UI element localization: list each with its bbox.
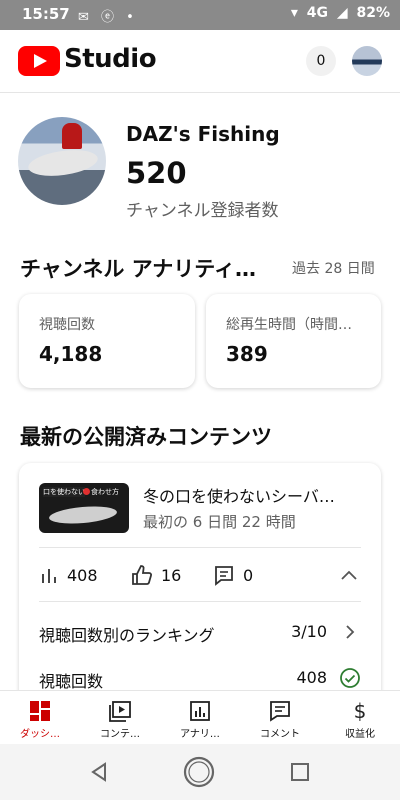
divider bbox=[0, 92, 400, 93]
status-time: 15:57 bbox=[22, 5, 70, 23]
dashboard-icon bbox=[30, 701, 50, 721]
nav-analytics[interactable]: アナリ… bbox=[160, 691, 240, 745]
video-title[interactable]: 冬の口を使わないシーバ… bbox=[143, 483, 365, 507]
analytics-period: 過去 28 日間 bbox=[292, 261, 375, 277]
signal-icon: ◢ bbox=[336, 5, 348, 21]
network-type: 4G bbox=[306, 5, 328, 21]
thumbs-up-icon bbox=[132, 565, 153, 585]
subscriber-count: 520 bbox=[126, 156, 187, 190]
channel-avatar bbox=[18, 117, 106, 205]
status-right: ▾ 4G ◢ 82% bbox=[287, 5, 390, 21]
row-value: 3/10 bbox=[291, 622, 327, 641]
views-metric-card[interactable]: 視聴回数 4,188 bbox=[19, 294, 195, 388]
row-value: 408 bbox=[296, 668, 327, 687]
chevron-up-icon[interactable] bbox=[337, 565, 361, 585]
subscriber-label: チャンネル登録者数 bbox=[126, 201, 279, 221]
analytics-icon bbox=[190, 701, 210, 721]
battery-level: 82% bbox=[356, 5, 390, 21]
video-likes-stat: 16 bbox=[131, 563, 181, 587]
nav-dashboard[interactable]: ダッシ… bbox=[0, 691, 80, 745]
chevron-right-icon bbox=[346, 625, 355, 639]
svg-text:$: $ bbox=[354, 699, 367, 723]
metric-value: 4,188 bbox=[39, 342, 103, 366]
nav-label: コンテ… bbox=[100, 729, 140, 740]
bottom-navigation: ダッシ… コンテ… アナリ… コメント $ 収益化 bbox=[0, 690, 400, 744]
divider bbox=[39, 547, 361, 548]
notification-button[interactable]: 0 bbox=[306, 46, 336, 76]
stat-value: 16 bbox=[161, 565, 182, 585]
wifi-icon: ▾ bbox=[290, 5, 298, 21]
account-avatar[interactable] bbox=[352, 46, 382, 76]
home-icon[interactable] bbox=[182, 755, 216, 789]
nav-monetization[interactable]: $ 収益化 bbox=[320, 691, 400, 745]
watch-time-metric-card[interactable]: 総再生時間（時間… 389 bbox=[206, 294, 381, 388]
nav-comments[interactable]: コメント bbox=[240, 691, 320, 745]
divider bbox=[39, 601, 361, 602]
app-title: Studio bbox=[64, 44, 157, 74]
video-views-stat: 408 bbox=[39, 563, 98, 587]
latest-content-title: 最新の公開済みコンテンツ bbox=[20, 425, 272, 449]
latest-content-card: 口を使わない 食わせ方 冬の口を使わないシーバ… 最初の 6 日間 22 時間 … bbox=[19, 463, 381, 723]
thumbnail-text: 口を使わない bbox=[43, 487, 85, 497]
ranking-row[interactable]: 視聴回数別のランキング 3/10 bbox=[39, 618, 361, 648]
thumbnail-text: 食わせ方 bbox=[91, 488, 119, 496]
recents-icon[interactable] bbox=[290, 762, 310, 782]
video-period: 最初の 6 日間 22 時間 bbox=[143, 513, 296, 531]
content-icon bbox=[109, 701, 131, 722]
video-thumbnail[interactable]: 口を使わない 食わせ方 bbox=[39, 483, 129, 533]
app-bar: Studio 0 bbox=[0, 30, 400, 92]
metric-label: 視聴回数 bbox=[39, 317, 95, 333]
row-label: 視聴回数 bbox=[39, 672, 104, 691]
nav-label: ダッシ… bbox=[20, 729, 60, 740]
status-bar: 15:57 ✉ ⓔ • ▾ 4G ◢ 82% bbox=[0, 0, 400, 30]
comment-icon bbox=[215, 566, 233, 586]
system-navigation-bar bbox=[0, 744, 400, 800]
video-comments-stat: 0 bbox=[213, 563, 253, 587]
dollar-icon: $ bbox=[354, 699, 367, 723]
comment-icon bbox=[270, 701, 290, 722]
nav-content[interactable]: コンテ… bbox=[80, 691, 160, 745]
nav-label: アナリ… bbox=[180, 729, 220, 740]
metric-value: 389 bbox=[226, 342, 268, 366]
channel-name: DAZ's Fishing bbox=[126, 122, 280, 146]
bar-chart-icon bbox=[42, 569, 56, 583]
stat-value: 408 bbox=[67, 565, 98, 585]
stat-value: 0 bbox=[243, 565, 254, 585]
nav-label: 収益化 bbox=[345, 729, 375, 740]
nav-label: コメント bbox=[260, 729, 300, 740]
youtube-logo-icon bbox=[18, 46, 60, 76]
back-icon[interactable] bbox=[88, 761, 110, 783]
metric-label: 総再生時間（時間… bbox=[226, 317, 352, 333]
check-circle-icon bbox=[340, 668, 360, 688]
status-notification-icons: ✉ ⓔ • bbox=[78, 10, 138, 25]
analytics-section-title[interactable]: チャンネル アナリティ… bbox=[20, 253, 285, 283]
row-label: 視聴回数別のランキング bbox=[39, 626, 215, 645]
